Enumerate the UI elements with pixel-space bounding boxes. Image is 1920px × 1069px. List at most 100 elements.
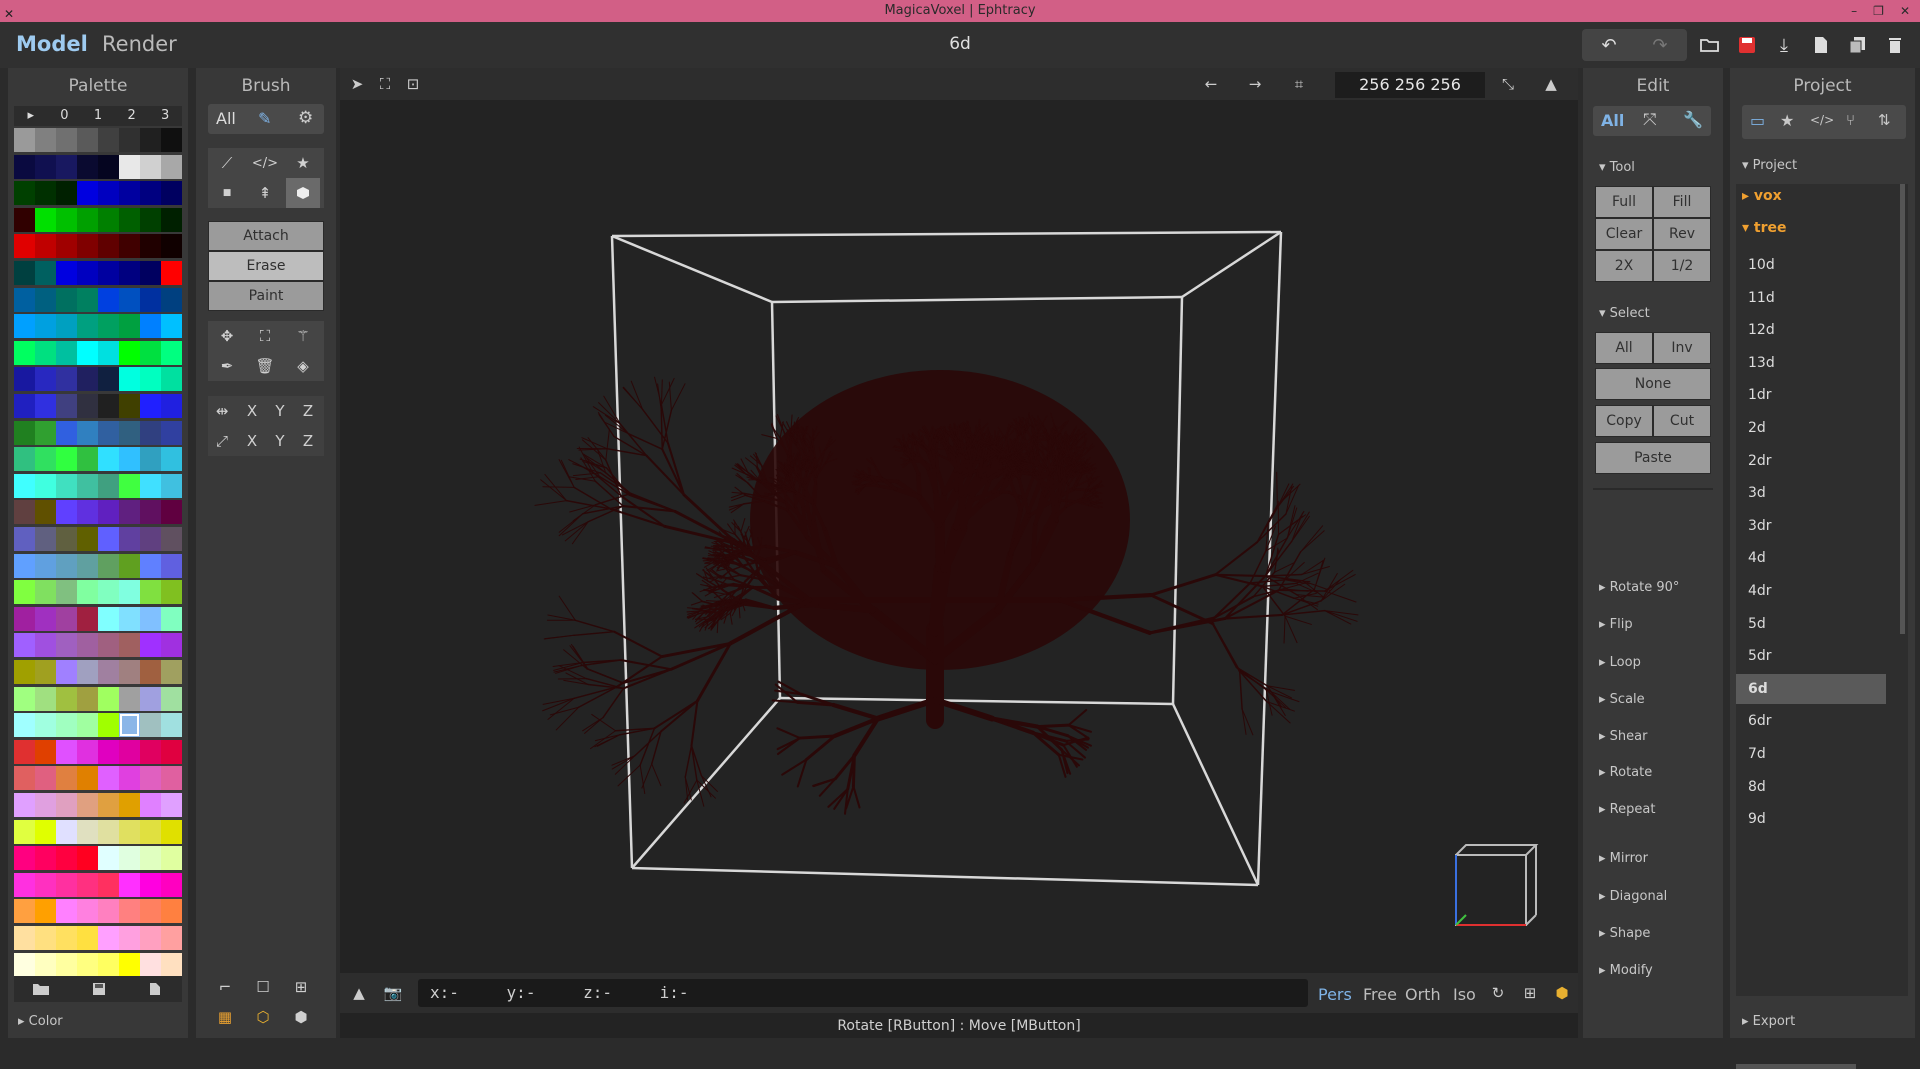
palette-swatch[interactable] (161, 953, 182, 977)
palette-swatch[interactable] (98, 181, 119, 205)
voxel-brush-icon[interactable]: ■ (210, 178, 244, 208)
palette-tab-4[interactable]: 3 (148, 106, 182, 126)
palette-swatch[interactable] (119, 793, 140, 817)
move-icon[interactable]: ✥ (210, 321, 244, 351)
palette-swatch[interactable] (98, 580, 119, 604)
palette-swatch[interactable] (77, 155, 98, 179)
palette-swatch[interactable] (140, 660, 161, 684)
axis-y-toggle[interactable]: Y (266, 426, 294, 456)
edit-section-0[interactable]: ▸ Rotate 90° (1599, 580, 1679, 595)
palette-swatch[interactable] (98, 687, 119, 711)
palette-swatch[interactable] (35, 261, 56, 285)
palette-swatch[interactable] (161, 740, 182, 764)
palette-swatch[interactable] (140, 261, 161, 285)
palette-swatch[interactable] (98, 288, 119, 312)
palette-swatch[interactable] (77, 899, 98, 923)
palette-swatch[interactable] (14, 447, 35, 471)
palette-swatch[interactable] (14, 580, 35, 604)
palette-swatch[interactable] (35, 181, 56, 205)
palette-swatch[interactable] (35, 234, 56, 258)
palette-swatch[interactable] (14, 314, 35, 338)
project-item[interactable]: 3dr (1736, 511, 1886, 541)
palette-swatch[interactable] (140, 234, 161, 258)
palette-swatch[interactable] (98, 740, 119, 764)
palette-swatch[interactable] (140, 899, 161, 923)
folder-tree[interactable]: ▾ tree (1742, 220, 1787, 236)
brush-settings-icon[interactable]: ⚙ (298, 108, 313, 128)
palette-swatch[interactable] (56, 953, 77, 977)
palette-swatch[interactable] (35, 953, 56, 977)
mirror-y-toggle[interactable]: Y (266, 396, 294, 426)
project-sort-icon[interactable]: ⇅ (1878, 111, 1891, 129)
color-picker-icon[interactable]: ✒ (210, 351, 244, 381)
palette-swatch[interactable] (77, 926, 98, 950)
palette-swatch[interactable] (140, 367, 161, 391)
palette-swatch[interactable] (161, 899, 182, 923)
palette-swatch[interactable] (56, 713, 77, 737)
palette-swatch[interactable] (140, 926, 161, 950)
rev-button[interactable]: Rev (1653, 218, 1711, 250)
palette-swatch[interactable] (56, 793, 77, 817)
palette-swatch[interactable] (77, 341, 98, 365)
export-icon[interactable]: ⤓ (1767, 30, 1801, 60)
edit-section-7[interactable]: ▸ Mirror (1599, 851, 1648, 866)
palette-swatch[interactable] (14, 633, 35, 657)
palette-swatch[interactable] (56, 873, 77, 897)
palette-swatch[interactable] (56, 846, 77, 870)
axis-scale-icon[interactable]: ⤢ (208, 426, 236, 456)
palette-swatch[interactable] (161, 580, 182, 604)
project-item[interactable]: 10d (1736, 250, 1886, 280)
palette-swatch[interactable] (77, 421, 98, 445)
palette-swatch[interactable] (161, 554, 182, 578)
palette-open-icon[interactable] (24, 974, 58, 1004)
palette-swatch[interactable] (14, 527, 35, 551)
palette-swatch[interactable] (161, 447, 182, 471)
palette-swatch[interactable] (140, 208, 161, 232)
palette-swatch[interactable] (98, 128, 119, 152)
palette-swatch[interactable] (56, 155, 77, 179)
camera-icon[interactable]: 📷 (380, 981, 406, 1005)
grid-view-icon[interactable]: ⊞ (1517, 981, 1543, 1005)
project-item[interactable]: 4d (1736, 543, 1886, 573)
palette-swatch[interactable] (77, 314, 98, 338)
palette-swatch[interactable] (14, 155, 35, 179)
palette-swatch[interactable] (161, 713, 182, 737)
palette-swatch[interactable] (56, 341, 77, 365)
fit-view-icon[interactable]: ⤡ (1495, 72, 1521, 96)
palette-swatch[interactable] (98, 527, 119, 551)
palette-swatch[interactable] (98, 899, 119, 923)
palette-swatch[interactable] (161, 155, 182, 179)
attach-button[interactable]: Attach (208, 221, 324, 251)
palette-swatch[interactable] (119, 421, 140, 445)
edit-section-3[interactable]: ▸ Scale (1599, 692, 1645, 707)
collapse-icon[interactable]: ▲ (1538, 72, 1564, 96)
palette-swatch[interactable] (35, 873, 56, 897)
full-button[interactable]: Full (1595, 186, 1653, 218)
palette-swatch[interactable] (119, 846, 140, 870)
palette-swatch[interactable] (119, 660, 140, 684)
palette-swatch[interactable] (77, 820, 98, 844)
palette-swatch[interactable] (35, 421, 56, 445)
palette-save-icon[interactable] (82, 974, 116, 1004)
palette-swatch[interactable] (77, 208, 98, 232)
palette-swatch[interactable] (14, 208, 35, 232)
palette-swatch[interactable] (140, 314, 161, 338)
project-item[interactable]: 5d (1736, 609, 1886, 639)
project-branch-icon[interactable]: ⑂ (1846, 111, 1855, 129)
palette-swatch[interactable] (119, 554, 140, 578)
project-item[interactable]: 9d (1736, 804, 1886, 834)
cube-view-icon[interactable]: ⬢ (1549, 981, 1575, 1005)
mirror-icon[interactable]: ⇹ (208, 396, 236, 426)
palette-swatch[interactable] (35, 793, 56, 817)
palette-swatch[interactable] (140, 793, 161, 817)
palette-swatch[interactable] (56, 607, 77, 631)
palette-swatch[interactable] (77, 261, 98, 285)
crop-icon[interactable]: ⌗ (1286, 72, 1312, 96)
palette-swatch[interactable] (14, 926, 35, 950)
open-folder-icon[interactable] (1693, 30, 1727, 60)
palette-swatch[interactable] (14, 660, 35, 684)
edit-section-1[interactable]: ▸ Flip (1599, 617, 1633, 632)
palette-swatch[interactable] (140, 820, 161, 844)
project-item[interactable]: 3d (1736, 478, 1886, 508)
palette-swatch[interactable] (140, 447, 161, 471)
